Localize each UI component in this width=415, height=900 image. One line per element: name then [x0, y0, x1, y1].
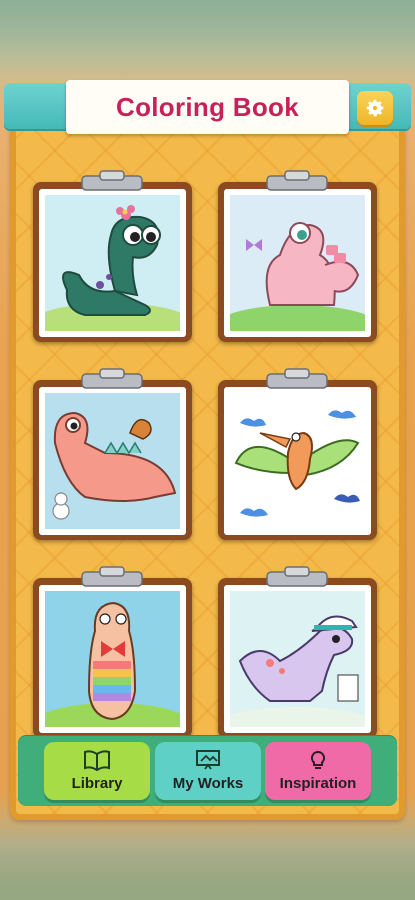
tab-label: My Works [172, 775, 244, 792]
clipboard-clip [266, 170, 328, 191]
tab-label: Library [71, 775, 123, 792]
clipboard-clip [81, 170, 143, 191]
tab-label: Inspiration [279, 775, 357, 792]
tab-library[interactable]: Library [44, 742, 150, 800]
pterodactyl-clouds-image [230, 393, 365, 529]
book-icon [84, 750, 110, 771]
picture-icon [196, 750, 220, 770]
card-paper [224, 189, 371, 337]
card-paper [224, 387, 371, 535]
gallery-card[interactable] [218, 368, 377, 540]
gallery-card[interactable] [218, 170, 377, 342]
blur-edge-top [0, 0, 415, 80]
bulb-icon [310, 750, 326, 769]
page-title: Coloring Book [116, 91, 299, 122]
clipboard-clip [266, 566, 328, 587]
clipboard-clip [266, 368, 328, 389]
card-paper [39, 189, 186, 337]
gallery-card[interactable] [33, 170, 192, 342]
tab-my-works[interactable]: My Works [155, 742, 261, 800]
card-paper [39, 585, 186, 733]
dinosaur-rainbow-bowtie-image [45, 591, 180, 727]
clipboard-clip [81, 368, 143, 389]
clipboard-clip [81, 566, 143, 587]
gear-icon [366, 99, 384, 117]
gallery-card[interactable] [218, 566, 377, 738]
dinosaur-purple-hat-image [230, 591, 365, 727]
card-paper [224, 585, 371, 733]
blur-edge-bottom [0, 820, 415, 900]
dinosaur-pink-butterfly-image [230, 195, 365, 331]
settings-button[interactable] [357, 91, 393, 125]
gallery-card[interactable] [33, 566, 192, 738]
gallery-card[interactable] [33, 368, 192, 540]
dinosaur-green-flower-image [45, 195, 180, 331]
tab-inspiration[interactable]: Inspiration [265, 742, 371, 800]
title-banner: Coloring Book [66, 80, 349, 134]
dinosaur-pink-bird-image [45, 393, 180, 529]
card-paper [39, 387, 186, 535]
